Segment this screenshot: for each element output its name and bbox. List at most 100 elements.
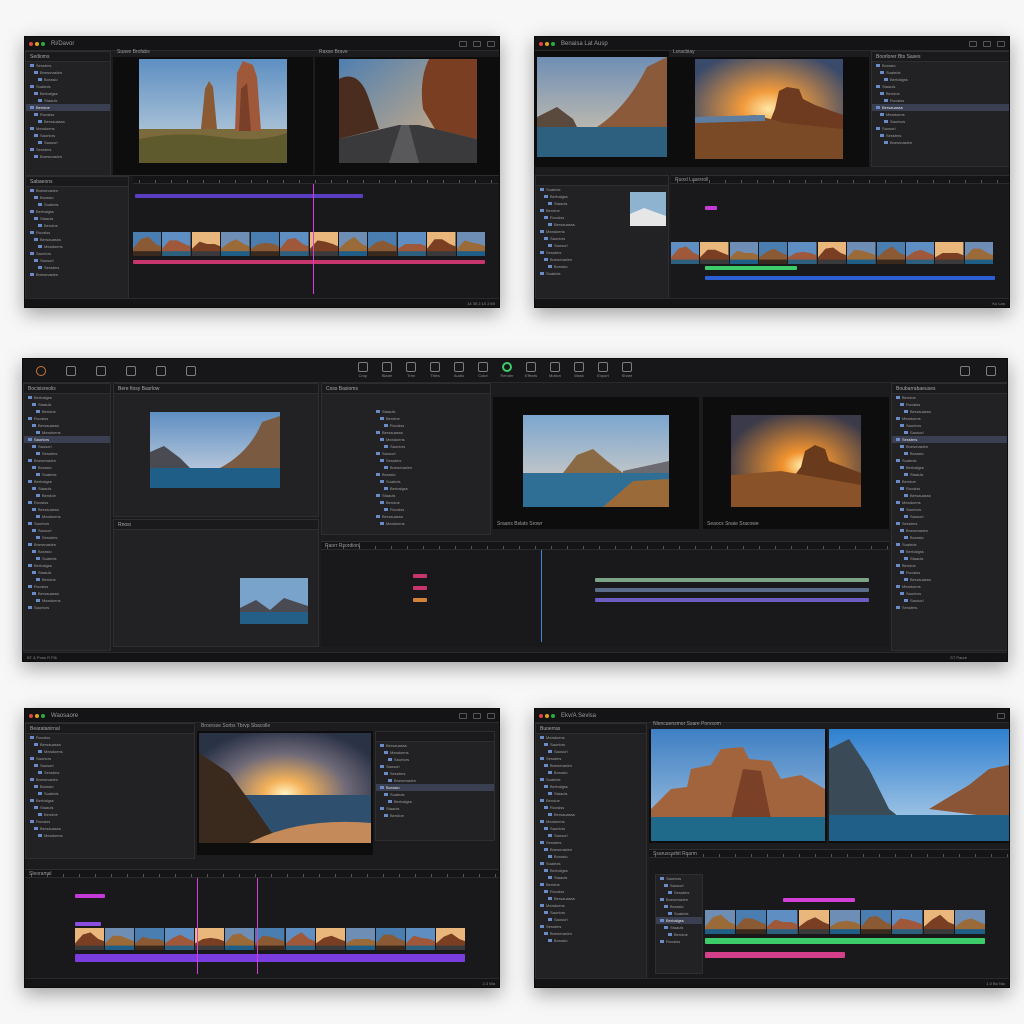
tree-row[interactable]: Meadoens: [372, 520, 488, 527]
tree-row[interactable]: Bnesmaslen: [872, 139, 1009, 146]
tree-row[interactable]: Staauls: [892, 471, 1007, 478]
tree-row[interactable]: Saortors: [656, 875, 702, 882]
tree-row[interactable]: Bendoe: [656, 931, 702, 938]
tree-row[interactable]: Borasio: [372, 471, 488, 478]
clip-thumbnail[interactable]: [964, 242, 993, 264]
clip-thumbnail[interactable]: [105, 928, 135, 950]
tree-row[interactable]: Bnesmaslen: [26, 153, 110, 160]
clip-thumbnail[interactable]: [195, 928, 225, 950]
tree-row[interactable]: Sesstms: [656, 889, 702, 896]
tree-row[interactable]: Borasio: [656, 903, 702, 910]
clip-thumbnail[interactable]: [829, 910, 861, 934]
tree-row[interactable]: Sualeds: [892, 457, 1007, 464]
tree-row[interactable]: Sesstms: [536, 755, 646, 762]
tree-row[interactable]: Bersauasss: [26, 236, 128, 243]
tree-row[interactable]: Bnesmaslen: [536, 846, 646, 853]
tree-row[interactable]: Bendoe: [372, 499, 488, 506]
tree-row[interactable]: Saosorl: [372, 450, 488, 457]
tree-row[interactable]: Berbalgss: [26, 208, 128, 215]
undo-icon[interactable]: [186, 365, 196, 376]
tree-row[interactable]: Meadoens: [372, 436, 488, 443]
clip-thumbnail[interactable]: [285, 928, 315, 950]
timeline[interactable]: Raorr Rsordionl: [321, 541, 889, 647]
clip-thumbnail[interactable]: [759, 242, 788, 264]
tree-row[interactable]: Meadoens: [892, 583, 1007, 590]
clip-popup[interactable]: Saortors Saosorl Sesstms Bnesmaslen Borasio S…: [655, 874, 703, 974]
tree-row[interactable]: Bersauasss: [26, 741, 194, 748]
tree-row[interactable]: Bersauasss: [26, 825, 194, 832]
tree-row[interactable]: Staauls: [24, 485, 110, 492]
minimize-dot-icon[interactable]: [35, 41, 39, 46]
keyframe-c[interactable]: [413, 598, 427, 602]
grid-icon[interactable]: [473, 712, 481, 719]
tree-row[interactable]: Sualeds: [656, 910, 702, 917]
tree-row[interactable]: Saortors: [24, 604, 110, 611]
tree-row[interactable]: Saosorl: [892, 597, 1007, 604]
tree-row[interactable]: Meadoens: [892, 499, 1007, 506]
audio-bar-purple[interactable]: [75, 954, 465, 962]
tree-row[interactable]: Bendoe: [536, 797, 646, 804]
tree-row[interactable]: Rooslss: [892, 569, 1007, 576]
tree-row[interactable]: Saosorl: [24, 527, 110, 534]
tree-row[interactable]: Rooslss: [24, 415, 110, 422]
tree-row[interactable]: Sualeds: [536, 270, 668, 277]
tree-row[interactable]: Sualeds: [26, 790, 194, 797]
playhead[interactable]: [313, 184, 314, 294]
tree-row[interactable]: Bendoe: [26, 222, 128, 229]
clip-thumbnail[interactable]: [191, 232, 221, 256]
tree-row[interactable]: Saortors: [372, 443, 488, 450]
tree-row[interactable]: Bnesmaslen: [536, 256, 668, 263]
tree-row[interactable]: Borasio: [26, 194, 128, 201]
clock-icon[interactable]: [156, 365, 166, 376]
effect-thumbnail[interactable]: [240, 578, 308, 624]
tree-row[interactable]: Sualeds: [24, 471, 110, 478]
tree-row[interactable]: Saosorl: [24, 443, 110, 450]
tree-row[interactable]: Bnesmaslen: [372, 464, 488, 471]
tree-row[interactable]: Sesstms: [892, 436, 1007, 443]
tree-row[interactable]: Rooslss: [24, 583, 110, 590]
tree-row[interactable]: Bersauasss: [892, 408, 1007, 415]
tree-row[interactable]: Saosorl: [26, 257, 128, 264]
tree-row[interactable]: Berbalgss: [24, 478, 110, 485]
clip-thumbnail[interactable]: [456, 232, 486, 256]
clip-thumbnail[interactable]: [767, 910, 798, 934]
audio-bar-green[interactable]: [705, 938, 985, 944]
clip-thumbnail[interactable]: [427, 232, 456, 256]
playhead-a[interactable]: [197, 878, 198, 974]
tree-row[interactable]: Rooslss: [656, 938, 702, 945]
tree-row[interactable]: Berbalgss: [872, 76, 1009, 83]
clip-thumbnail[interactable]: [729, 242, 759, 264]
tree-row[interactable]: Rooslss: [26, 818, 194, 825]
tool-blade[interactable]: Blade: [377, 362, 397, 378]
zoom-dot-icon[interactable]: [551, 713, 555, 718]
audio-bar-pink[interactable]: [705, 952, 845, 958]
clip-thumbnail[interactable]: [135, 928, 165, 950]
app-logo-icon[interactable]: [36, 365, 46, 376]
monitor-icon[interactable]: [126, 365, 136, 376]
tree-row[interactable]: Bendoe: [872, 90, 1009, 97]
tree-row[interactable]: Rooslss: [372, 422, 488, 429]
tree-row[interactable]: Staauls: [892, 555, 1007, 562]
tree-row[interactable]: Bersauasss: [892, 576, 1007, 583]
clip-thumbnail[interactable]: [788, 242, 817, 264]
tree-row[interactable]: Saosorl: [536, 242, 668, 249]
marker-purple[interactable]: [75, 922, 101, 926]
clip-thumbnail[interactable]: [861, 910, 892, 934]
clip-thumbnail[interactable]: [798, 910, 829, 934]
tree-row[interactable]: Bnesmaslen: [26, 271, 128, 278]
tool-titles[interactable]: Titles: [425, 362, 445, 378]
tree-row[interactable]: Saortors: [536, 909, 646, 916]
tree-row[interactable]: Berbalgss: [892, 464, 1007, 471]
tree-row[interactable]: Saortors: [24, 520, 110, 527]
timeline-ruler[interactable]: [649, 850, 1009, 858]
tree-row[interactable]: Sesstms: [872, 132, 1009, 139]
tree-row[interactable]: Saortors: [872, 118, 1009, 125]
clip-strip[interactable]: [671, 242, 993, 264]
clip-thumbnail[interactable]: [221, 232, 250, 256]
layout-icon[interactable]: [459, 712, 467, 719]
tree-row[interactable]: Bendoe: [892, 478, 1007, 485]
tree-row[interactable]: Sesstms: [26, 769, 194, 776]
tree-row[interactable]: Staauls: [26, 97, 110, 104]
tree-row[interactable]: Sualeds: [872, 69, 1009, 76]
audio-bar-pink[interactable]: [133, 260, 485, 264]
